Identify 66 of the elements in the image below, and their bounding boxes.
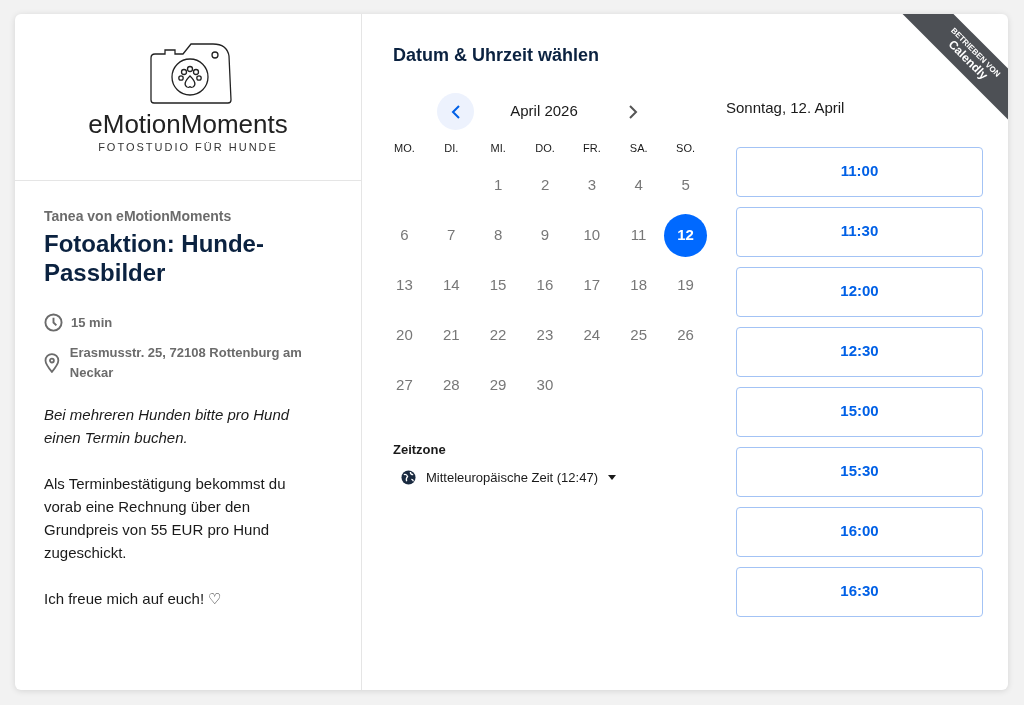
calendar-day[interactable]: 2	[523, 163, 567, 207]
calendar-day[interactable]: 14	[429, 263, 473, 307]
timezone-label: Zeitzone	[393, 441, 447, 459]
page-heading: Datum & Uhrzeit wählen	[393, 44, 601, 66]
previous-month-button[interactable]	[437, 93, 474, 130]
time-slot-button[interactable]: 16:30	[736, 566, 983, 617]
event-title: Fotoaktion: Hunde-Passbilder	[44, 229, 265, 287]
description-paragraph: Ich freue mich auf euch! ♡	[44, 588, 223, 609]
time-slot-button[interactable]: 15:00	[736, 386, 983, 437]
host-name: Tanea von eMotionMoments	[44, 207, 233, 226]
calendar-day[interactable]: 10	[570, 213, 614, 257]
chevron-right-icon	[627, 104, 638, 119]
weekday-label: SO.	[675, 141, 697, 156]
weekday-label: DI.	[443, 141, 460, 156]
weekday-label: DO.	[534, 141, 556, 156]
logo-tagline: FOTOSTUDIO FÜR HUNDE	[98, 140, 278, 155]
time-slot-button[interactable]: 12:00	[736, 266, 983, 317]
calendar-day[interactable]: 5	[664, 163, 708, 207]
calendar-day[interactable]: 17	[570, 263, 614, 307]
time-slot-button[interactable]: 11:30	[736, 206, 983, 257]
calendar-day[interactable]: 13	[382, 263, 426, 307]
calendar-day[interactable]: 12	[664, 213, 707, 257]
logo-name: eMotionMoments	[88, 109, 288, 139]
calendar-day[interactable]: 20	[382, 313, 426, 357]
calendar-day[interactable]: 1	[476, 163, 520, 207]
calendar-day[interactable]: 29	[476, 363, 520, 407]
calendar-day[interactable]: 24	[570, 313, 614, 357]
calendar-day[interactable]: 3	[570, 163, 614, 207]
clock-icon	[44, 313, 63, 333]
time-slot-button[interactable]: 11:00	[736, 146, 983, 197]
weekday-label: MI.	[489, 141, 507, 156]
calendar-day[interactable]: 28	[429, 363, 473, 407]
calendar-day[interactable]: 8	[476, 213, 520, 257]
calendar-day[interactable]: 7	[429, 213, 473, 257]
description-paragraph: Als Terminbestätigung bekommst du vorab eine Rechnung über den Grundpreis von 55 EUR pro Hund zugeschickt.	[44, 473, 287, 563]
weekday-label: SA.	[628, 141, 649, 156]
weekday-label: MO.	[393, 141, 416, 156]
weekday-label: FR.	[582, 141, 602, 156]
location-pin-icon	[44, 352, 60, 373]
calendar-day[interactable]: 6	[382, 213, 426, 257]
globe-icon	[401, 469, 416, 485]
calendar-day[interactable]: 25	[617, 313, 661, 357]
calendar-day[interactable]: 23	[523, 313, 567, 357]
duration: 15 min	[71, 314, 113, 332]
chevron-left-icon	[450, 104, 461, 119]
calendar-day[interactable]: 16	[523, 263, 567, 307]
location: Erasmusstr. 25, 72108 Rottenburg am Neckar	[69, 343, 303, 382]
description-paragraph: Bei mehreren Hunden bitte pro Hund einen Termin buchen.	[44, 404, 291, 448]
calendar-day[interactable]: 11	[617, 213, 661, 257]
calendar-day[interactable]: 18	[617, 263, 661, 307]
selected-date: Sonntag, 12. April	[726, 98, 846, 118]
month-label: April 2026	[509, 101, 579, 122]
calendar-day[interactable]: 27	[382, 363, 426, 407]
caret-down-icon	[608, 474, 616, 480]
calendar-day[interactable]: 21	[429, 313, 473, 357]
calendar-day[interactable]: 15	[476, 263, 520, 307]
calendar-day[interactable]: 9	[523, 213, 567, 257]
time-slot-button[interactable]: 15:30	[736, 446, 983, 497]
time-slot-button[interactable]: 16:00	[736, 506, 983, 557]
calendar-day[interactable]: 30	[523, 363, 567, 407]
calendar-day[interactable]: 22	[476, 313, 520, 357]
calendar-day[interactable]: 19	[664, 263, 707, 307]
time-slot-button[interactable]: 12:30	[736, 326, 983, 377]
calendar-day[interactable]: 26	[664, 313, 707, 357]
calendar-day[interactable]: 4	[617, 163, 661, 207]
timezone-dropdown[interactable]: Mitteleuropäische Zeit (12:47)	[401, 467, 723, 487]
